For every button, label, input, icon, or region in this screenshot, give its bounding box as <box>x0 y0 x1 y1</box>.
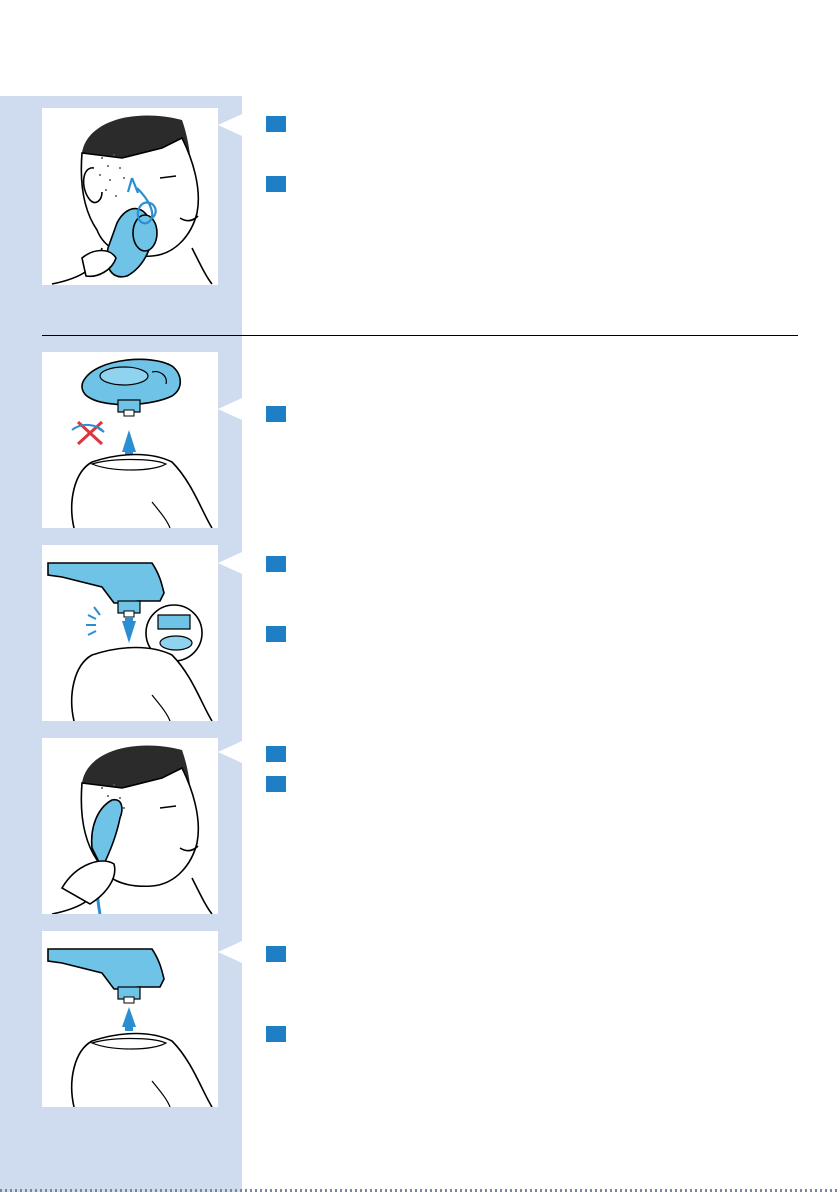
section-divider <box>42 335 798 336</box>
step-marker <box>266 406 286 422</box>
step-marker <box>266 556 286 572</box>
step-marker <box>266 746 286 762</box>
panel-notch <box>218 552 242 574</box>
man-shaving-cheek-icon <box>51 115 213 285</box>
illustration-panel-1 <box>42 108 218 285</box>
illustration-panel-3 <box>42 545 218 721</box>
step-marker <box>266 1026 286 1042</box>
step-marker <box>266 116 286 132</box>
trimmer-attach-icon <box>47 562 213 721</box>
illustration-panel-4 <box>42 738 218 914</box>
step-marker <box>266 776 286 792</box>
illustration-panel-2 <box>42 352 218 528</box>
step-marker <box>266 946 286 962</box>
step-marker <box>266 176 286 192</box>
panel-notch <box>218 941 242 963</box>
step-marker <box>266 626 286 642</box>
panel-notch <box>218 398 242 420</box>
panel-notch <box>218 741 242 763</box>
shaving-head-detach-icon <box>70 358 213 528</box>
illustration-panel-5 <box>42 931 218 1107</box>
panel-notch <box>218 114 242 136</box>
trimmer-detach-icon <box>47 948 213 1107</box>
man-trimming-sideburn-icon <box>51 745 213 914</box>
